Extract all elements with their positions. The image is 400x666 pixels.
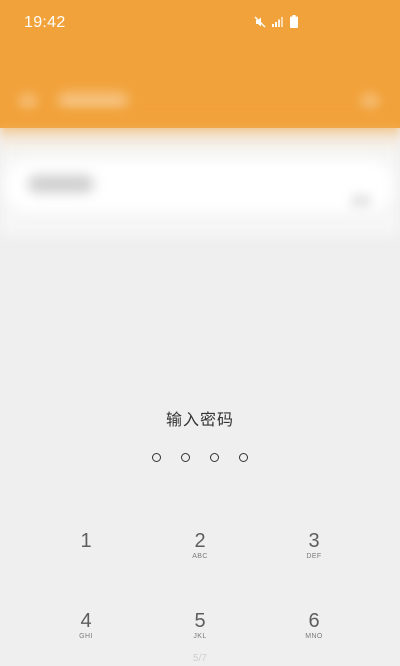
key-digit: 6	[308, 610, 320, 632]
key-letters: DEF	[306, 553, 322, 560]
key-letters: MNO	[305, 633, 323, 640]
pin-indicator	[0, 453, 400, 462]
status-icons	[254, 15, 298, 28]
page-indicator: 5/7	[193, 653, 207, 664]
key-letters: GHI	[79, 633, 93, 640]
app-lock-screen: 19:42 输入密码 1 2 ABC 3 DEF 4 GHI 5 JKL 6 M…	[0, 0, 400, 666]
blurred-app-title	[58, 92, 128, 110]
signal-icon	[272, 16, 284, 27]
key-digit: 5	[194, 610, 206, 632]
pin-dot	[239, 453, 248, 462]
mute-icon	[254, 16, 266, 28]
pin-dot	[210, 453, 219, 462]
pin-dot	[152, 453, 161, 462]
password-prompt: 输入密码	[165, 410, 234, 429]
blurred-back-icon	[18, 92, 38, 112]
key-letters: JKL	[193, 633, 207, 640]
pin-dot	[181, 453, 190, 462]
battery-icon	[290, 15, 298, 28]
key-digit: 2	[194, 530, 206, 552]
status-time: 19:42	[24, 14, 66, 31]
status-bar: 19:42	[0, 0, 400, 48]
blurred-search-placeholder	[28, 175, 94, 193]
blurred-search-action	[350, 194, 372, 208]
key-digit: 4	[80, 610, 92, 632]
key-digit: 1	[80, 530, 92, 552]
key-2[interactable]: 2 ABC	[160, 530, 240, 600]
key-1[interactable]: 1	[46, 530, 126, 600]
key-digit: 3	[308, 530, 320, 552]
blurred-menu-icon	[360, 92, 380, 112]
header-fade	[0, 110, 400, 154]
key-3[interactable]: 3 DEF	[274, 530, 354, 600]
key-letters: ABC	[192, 553, 208, 560]
